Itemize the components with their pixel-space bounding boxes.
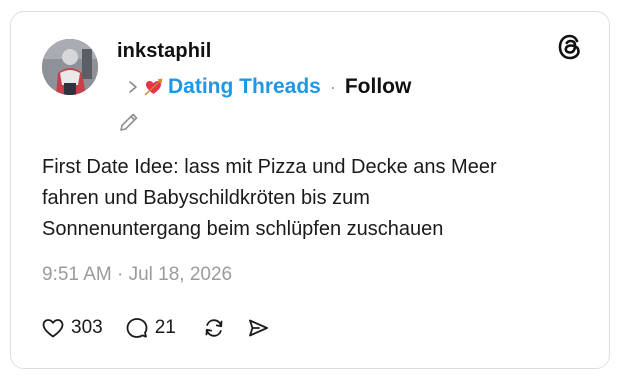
like-button[interactable]: 303: [41, 316, 103, 340]
comment-icon: [125, 316, 149, 340]
repost-icon: [202, 316, 226, 340]
topic-link[interactable]: Dating Threads: [168, 75, 321, 99]
like-count: 303: [71, 317, 103, 338]
action-bar: 303 21: [41, 315, 270, 341]
post-text-line: First Date Idee: lass mit Pizza und Deck…: [42, 156, 497, 178]
post-text-line: Sonnenuntergang beim schlüpfen zuschauen: [42, 218, 444, 240]
post-card: inkstaphil Dating Threads · Follow First…: [10, 11, 610, 369]
reply-count: 21: [154, 317, 176, 338]
topic-row: Dating Threads · Follow: [126, 71, 411, 103]
threads-logo-icon[interactable]: [555, 32, 585, 62]
post-text-line: fahren und Babyschildkröten bis zum: [42, 187, 370, 209]
heart-with-arrow-icon: [144, 78, 163, 97]
share-button[interactable]: [246, 316, 270, 340]
avatar[interactable]: [42, 39, 98, 95]
follow-button[interactable]: Follow: [345, 75, 412, 99]
reply-button[interactable]: 21: [125, 316, 176, 340]
heart-icon: [41, 316, 65, 340]
send-icon: [246, 316, 270, 340]
chevron-right-icon: [126, 80, 140, 94]
timestamp[interactable]: 9:51 AM · Jul 18, 2026: [42, 264, 232, 286]
post-text: First Date Idee: lass mit Pizza und Deck…: [42, 152, 582, 245]
pencil-icon[interactable]: [117, 110, 141, 134]
repost-button[interactable]: [202, 316, 226, 340]
separator-dot: ·: [329, 76, 336, 97]
username[interactable]: inkstaphil: [117, 40, 211, 63]
